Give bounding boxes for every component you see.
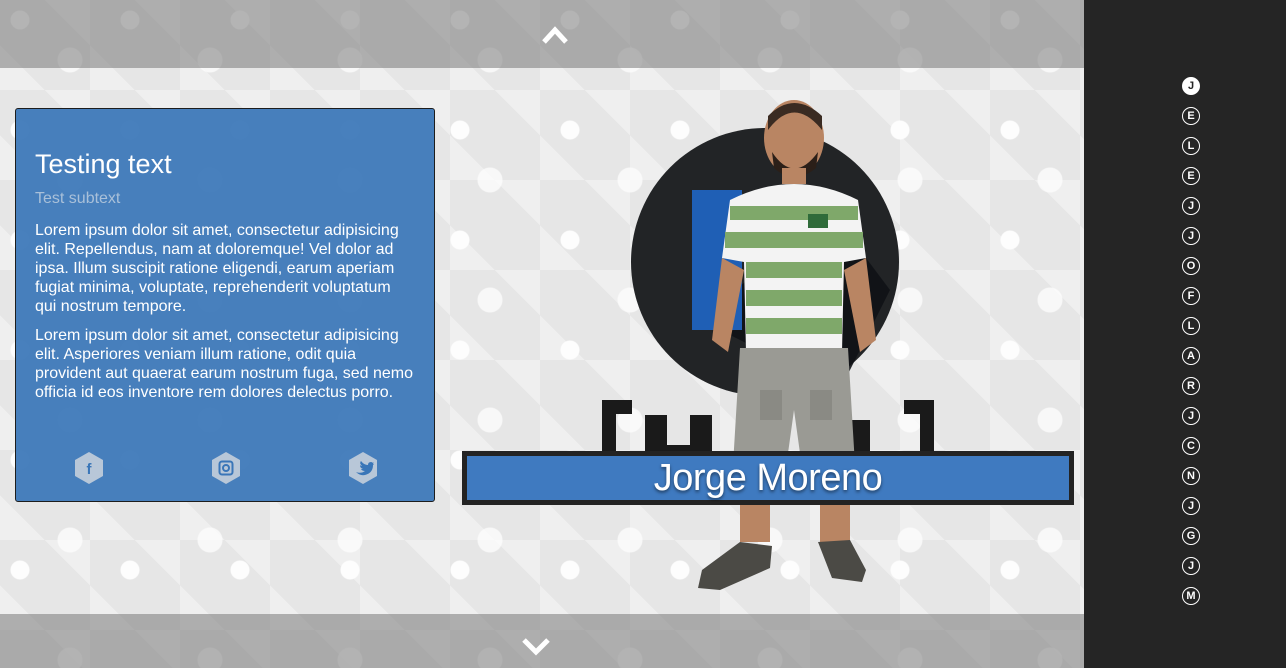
letter-nav-item[interactable]: J [1182,227,1200,245]
letter-nav-item[interactable]: J [1182,197,1200,215]
letter-nav-item[interactable]: E [1182,107,1200,125]
card-title: Testing text [35,149,172,179]
letter-nav-item[interactable]: L [1182,137,1200,155]
social-links: f [74,451,377,487]
letter-nav-item[interactable]: R [1182,377,1200,395]
letter-nav-item[interactable]: N [1182,467,1200,485]
name-banner: Jorge Moreno [462,451,1074,505]
letter-sidebar: JELEJJOFLARJCNJGJM [1084,0,1286,668]
letter-nav-item[interactable]: J [1182,497,1200,515]
letter-nav: JELEJJOFLARJCNJGJM [1182,77,1200,617]
profile-name: Jorge Moreno [653,456,883,499]
twitter-icon [349,452,377,484]
profile-photo [602,100,934,590]
letter-nav-item[interactable]: E [1182,167,1200,185]
chevron-up-icon[interactable] [542,24,568,46]
letter-nav-item[interactable]: G [1182,527,1200,545]
instagram-button[interactable] [211,451,241,485]
letter-nav-item[interactable]: J [1182,557,1200,575]
letter-nav-item[interactable]: J [1182,77,1200,95]
letter-nav-item[interactable]: F [1182,287,1200,305]
letter-nav-item[interactable]: O [1182,257,1200,275]
bottom-nav-bar [0,614,1084,668]
letter-nav-item[interactable]: C [1182,437,1200,455]
card-paragraph: Lorem ipsum dolor sit amet, consectetur … [35,327,413,401]
info-card: Testing text Test subtext Lorem ipsum do… [15,108,435,502]
letter-nav-item[interactable]: J [1182,407,1200,425]
top-nav-bar [0,0,1084,68]
instagram-icon [212,452,240,484]
facebook-icon: f [75,452,103,484]
chevron-down-icon[interactable] [522,636,550,658]
letter-nav-item[interactable]: M [1182,587,1200,605]
card-subtitle: Test subtext [35,190,121,207]
card-paragraph: Lorem ipsum dolor sit amet, consectetur … [35,222,399,315]
letter-nav-item[interactable]: L [1182,317,1200,335]
letter-nav-item[interactable]: A [1182,347,1200,365]
facebook-button[interactable]: f [74,451,104,485]
twitter-button[interactable] [348,451,378,485]
